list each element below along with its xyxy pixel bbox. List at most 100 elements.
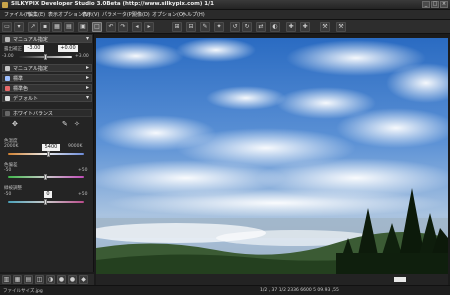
- auto-wb-icon[interactable]: ✧: [74, 120, 84, 128]
- grid-icon[interactable]: ▦: [13, 275, 22, 284]
- menu-options[interactable]: オプション(O): [152, 11, 185, 18]
- color-temp-thumb[interactable]: [47, 151, 50, 157]
- color-icon: [5, 86, 10, 91]
- save-icon[interactable]: ▾: [14, 22, 24, 32]
- chevron-right-icon: ▸: [85, 74, 89, 81]
- exposure-max: +3.00: [75, 54, 89, 59]
- eyedropper-icon[interactable]: ✎: [62, 120, 72, 128]
- hammer-icon[interactable]: ⚒: [320, 22, 330, 32]
- exposure-slider-thumb[interactable]: [44, 54, 47, 60]
- camera-icon: [5, 37, 10, 42]
- exposure-value2-field[interactable]: +0.00: [58, 45, 78, 52]
- next-icon[interactable]: ▸: [144, 22, 154, 32]
- menu-bar: ファイル(F) 編集(E) 表示オプション(V) 表示(V) パラメータ(P) …: [0, 10, 450, 20]
- batch-develop-icon[interactable]: ✚: [300, 22, 310, 32]
- color-label: 標準色: [13, 86, 29, 92]
- zoom-indicator[interactable]: [394, 277, 406, 282]
- tone-row[interactable]: 標準 ▸: [2, 74, 92, 82]
- landscape-photo: [96, 38, 448, 274]
- sharpness-icon: [5, 96, 10, 101]
- color-row[interactable]: 標準色 ▸: [2, 84, 92, 92]
- green-adjust-field[interactable]: 0: [44, 191, 52, 198]
- exposure-value-field[interactable]: -3.00: [24, 45, 44, 52]
- photo-preview[interactable]: [96, 38, 448, 274]
- crop-icon[interactable]: ⊞: [172, 22, 182, 32]
- green-adjust-max: +50: [78, 192, 88, 197]
- chevron-down-icon: ▾: [85, 94, 89, 101]
- exposure-label: 露出補正: [4, 47, 22, 52]
- tool-icon[interactable]: ⚒: [336, 22, 346, 32]
- tone-label: 標準: [13, 76, 24, 82]
- control-panel: マニュアル指定 ▾ 露出補正 -3.00 +0.00 -3.00 +3.00 マ…: [0, 34, 94, 272]
- menu-develop[interactable]: 現像(D): [132, 11, 150, 18]
- collapse-icon: [5, 111, 10, 116]
- color-temp-min: 2000K: [4, 144, 19, 149]
- preset-row[interactable]: マニュアル指定 ▾: [2, 35, 92, 43]
- wb-header-label: ホワイトバランス: [13, 111, 53, 117]
- green-adjust-label: 緑被調整: [4, 186, 22, 191]
- status-info: 1/2 , 37 1/2 2336 6600 5 09.93 ,55: [260, 288, 339, 293]
- tag-icon[interactable]: ◆: [79, 275, 88, 284]
- minimize-button[interactable]: _: [422, 1, 430, 8]
- redo-icon[interactable]: ↷: [118, 22, 128, 32]
- default-row[interactable]: デフォルト ▾: [2, 94, 92, 102]
- color-temp-slider[interactable]: [8, 153, 84, 155]
- menu-view[interactable]: 表示(V): [82, 11, 99, 18]
- menu-help[interactable]: ヘルプ(H): [182, 11, 205, 18]
- menu-parameter[interactable]: パラメータ(P): [102, 11, 134, 18]
- view-grid-icon[interactable]: ▦: [52, 22, 62, 32]
- tone-icon: [5, 76, 10, 81]
- exposure-min: -3.00: [2, 54, 14, 59]
- chevron-right-icon: ▸: [85, 84, 89, 91]
- sphere2-icon[interactable]: ●: [68, 275, 77, 284]
- default-label: デフォルト: [13, 96, 39, 102]
- color-bias-max: +50: [78, 168, 88, 173]
- green-adjust-thumb[interactable]: [44, 199, 47, 205]
- maximize-button[interactable]: □: [431, 1, 439, 8]
- window-title: SILKYPIX Developer Studio 3.0Beta (http:…: [11, 1, 214, 7]
- open-folder-icon[interactable]: ▭: [2, 22, 12, 32]
- bottom-strip: [96, 274, 448, 285]
- straighten-icon[interactable]: ⊟: [186, 22, 196, 32]
- wb-mode-row[interactable]: マニュアル指定 ▸: [2, 64, 92, 72]
- app-icon: [2, 2, 8, 8]
- color-bias-thumb[interactable]: [44, 174, 47, 180]
- rotate-left-icon[interactable]: ↺: [230, 22, 240, 32]
- menu-file[interactable]: ファイル(F): [4, 11, 31, 18]
- develop-icon[interactable]: ✚: [286, 22, 296, 32]
- info-icon[interactable]: ▤: [24, 275, 33, 284]
- close-button[interactable]: ×: [440, 1, 448, 8]
- arrow-icon[interactable]: ↗: [28, 22, 38, 32]
- flip-icon[interactable]: ⇄: [256, 22, 266, 32]
- green-adjust-min: -50: [4, 192, 12, 197]
- fit-view-icon[interactable]: □: [92, 22, 102, 32]
- spot-icon[interactable]: ✦: [214, 22, 224, 32]
- color-wheel-icon[interactable]: ◑: [46, 275, 55, 284]
- status-bar: ファイルサイズ.jpg 1/2 , 37 1/2 2336 6600 5 09.…: [0, 285, 450, 295]
- color-temp-max: 9000K: [68, 144, 83, 149]
- menu-edit[interactable]: 編集(E): [28, 11, 45, 18]
- color-temp-field[interactable]: 5400: [42, 144, 60, 151]
- title-bar: SILKYPIX Developer Studio 3.0Beta (http:…: [0, 0, 450, 10]
- preset-label: マニュアル指定: [13, 37, 48, 43]
- wb-mode-label: マニュアル指定: [13, 66, 48, 72]
- status-filename: ファイルサイズ.jpg: [3, 289, 43, 294]
- color-bias-min: -50: [4, 168, 12, 173]
- view-single-icon[interactable]: ▪: [40, 22, 50, 32]
- white-balance-header[interactable]: ホワイトバランス: [2, 109, 92, 117]
- sphere-icon[interactable]: ●: [57, 275, 66, 284]
- chevron-right-icon: ▸: [85, 64, 89, 71]
- wb-spot-icon[interactable]: ✥: [12, 120, 22, 128]
- whitebalance-picker-icon[interactable]: ✎: [200, 22, 210, 32]
- undo-icon[interactable]: ↶: [106, 22, 116, 32]
- compare-view-icon[interactable]: ◫: [35, 275, 44, 284]
- compare-icon[interactable]: ◐: [270, 22, 280, 32]
- sun-icon: [5, 66, 10, 71]
- rotate-right-icon[interactable]: ↻: [242, 22, 252, 32]
- toolbar: ▭ ▾ ↗ ▪ ▦ ▤ ▣ □ ↶ ↷ ◂ ▸ ⊞ ⊟ ✎ ✦ ↺ ↻ ⇄ ◐ …: [0, 20, 450, 34]
- prev-icon[interactable]: ◂: [132, 22, 142, 32]
- panel-toolstrip: ▥ ▦ ▤ ◫ ◑ ● ● ◆: [0, 274, 94, 285]
- select-all-icon[interactable]: ▣: [78, 22, 88, 32]
- histogram-icon[interactable]: ▥: [2, 275, 11, 284]
- view-split-icon[interactable]: ▤: [64, 22, 74, 32]
